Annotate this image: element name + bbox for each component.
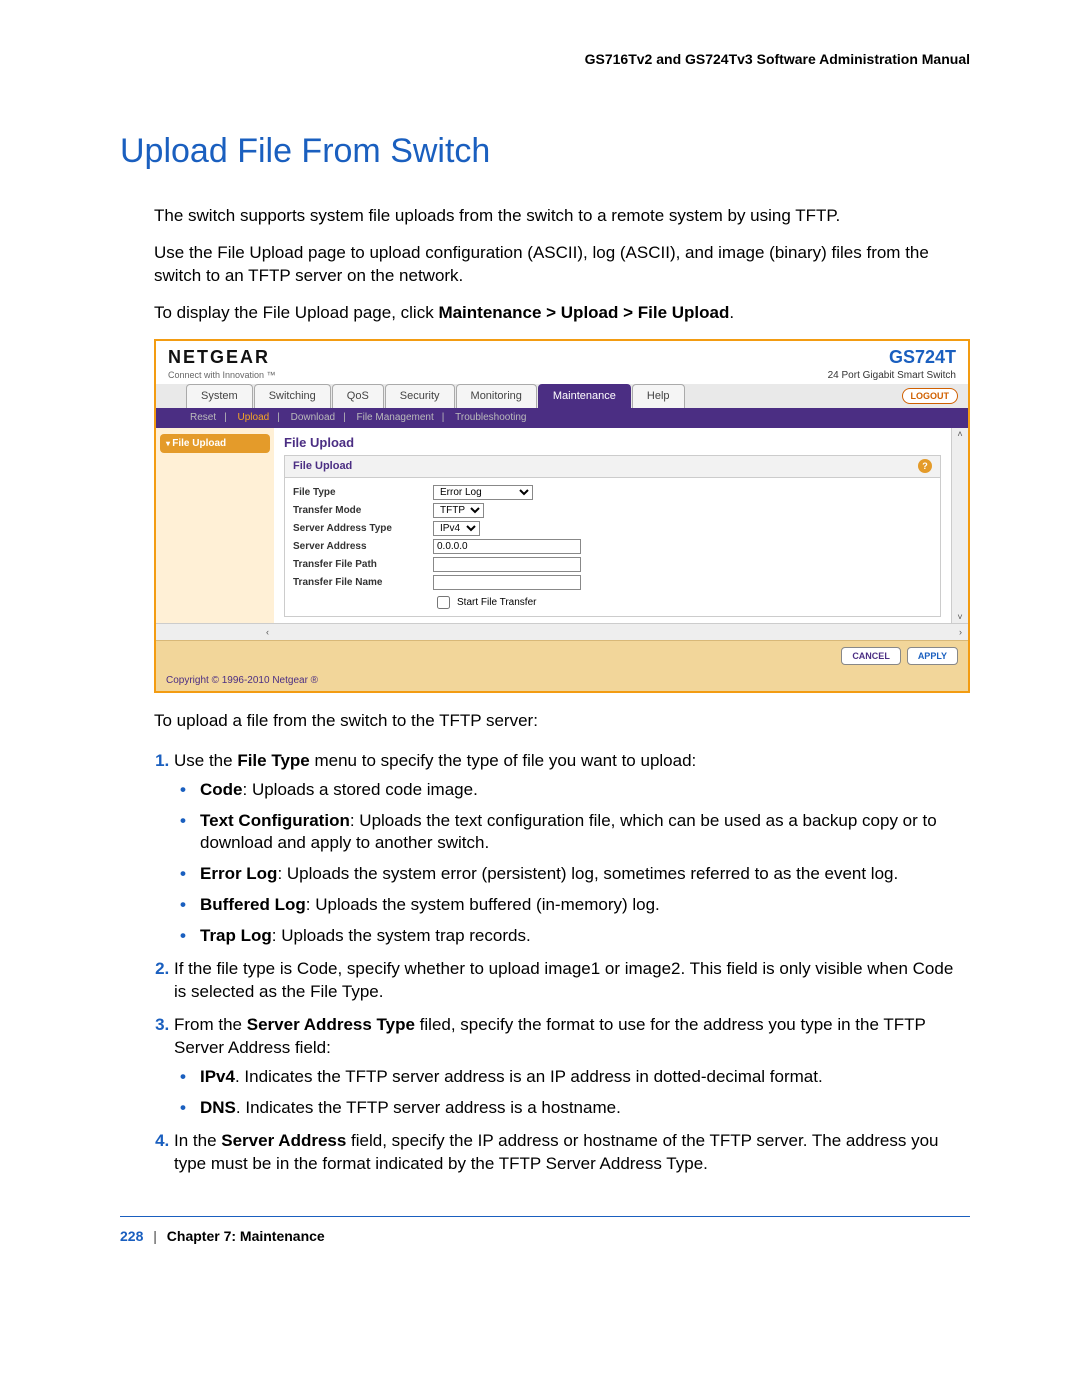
server-addr-input[interactable] (433, 539, 581, 554)
list-item: In the Server Address field, specify the… (174, 1130, 970, 1176)
sidebar-item-file-upload[interactable]: ▾ File Upload (160, 434, 270, 454)
section-title: Upload File From Switch (120, 129, 970, 175)
apply-button[interactable]: APPLY (907, 647, 958, 665)
ui-screenshot: NETGEAR Connect with Innovation ™ GS724T… (154, 339, 970, 693)
model-name: GS724T (828, 345, 956, 369)
file-name-label: Transfer File Name (293, 576, 423, 590)
file-type-select[interactable]: Error Log (433, 485, 533, 500)
subnav-troubleshooting[interactable]: Troubleshooting (455, 412, 526, 423)
chapter-label: Chapter 7: Maintenance (167, 1228, 325, 1244)
main-content: File Upload File Upload ? File Type Erro… (274, 428, 951, 623)
subnav-upload[interactable]: Upload (238, 412, 270, 423)
file-type-label: File Type (293, 486, 423, 500)
help-icon[interactable]: ? (918, 459, 932, 473)
addr-type-select[interactable]: IPv4 (433, 521, 480, 536)
brand-tagline: Connect with Innovation ™ (168, 369, 276, 381)
list-item: Buffered Log: Uploads the system buffere… (200, 894, 970, 917)
list-item: DNS. Indicates the TFTP server address i… (200, 1097, 970, 1120)
subnav-file-management[interactable]: File Management (356, 412, 433, 423)
subnav-reset[interactable]: Reset (190, 412, 216, 423)
tab-help[interactable]: Help (632, 384, 685, 408)
file-path-input[interactable] (433, 557, 581, 572)
list-item: If the file type is Code, specify whethe… (174, 958, 970, 1004)
secondary-nav: Reset| Upload| Download| File Management… (156, 408, 968, 428)
tab-security[interactable]: Security (385, 384, 455, 408)
list-item: From the Server Address Type filed, spec… (174, 1014, 970, 1120)
brand-logo: NETGEAR (168, 345, 276, 369)
list-item: Code: Uploads a stored code image. (200, 779, 970, 802)
scroll-up-icon[interactable]: ˄ (957, 428, 962, 440)
page-number: 228 (120, 1228, 143, 1244)
file-name-input[interactable] (433, 575, 581, 590)
list-item: Trap Log: Uploads the system trap record… (200, 925, 970, 948)
panel-subtitle: File Upload (293, 459, 352, 474)
primary-tabs: System Switching QoS Security Monitoring… (156, 384, 968, 408)
instructions-intro: To upload a file from the switch to the … (154, 710, 970, 733)
addr-type-label: Server Address Type (293, 522, 423, 536)
tab-monitoring[interactable]: Monitoring (456, 384, 537, 408)
paragraph-2: Use the File Upload page to upload confi… (154, 242, 970, 288)
list-item: Text Configuration: Uploads the text con… (200, 810, 970, 856)
list-item: Error Log: Uploads the system error (per… (200, 863, 970, 886)
model-desc: 24 Port Gigabit Smart Switch (828, 369, 956, 383)
vertical-scrollbar[interactable]: ˄ ˅ (951, 428, 968, 623)
start-transfer-checkbox[interactable] (437, 596, 450, 609)
transfer-mode-select[interactable]: TFTP (433, 503, 484, 518)
paragraph-3: To display the File Upload page, click M… (154, 302, 970, 325)
tab-system[interactable]: System (186, 384, 253, 408)
paragraph-1: The switch supports system file uploads … (154, 205, 970, 228)
start-transfer-label: Start File Transfer (457, 596, 536, 610)
list-item: Use the File Type menu to specify the ty… (174, 750, 970, 949)
horizontal-scrollbar[interactable]: ‹ › (156, 623, 968, 640)
scroll-down-icon[interactable]: ˅ (957, 611, 962, 623)
cancel-button[interactable]: CANCEL (841, 647, 901, 665)
sidebar: ▾ File Upload (156, 428, 274, 623)
scroll-right-icon[interactable]: › (959, 626, 962, 638)
tab-switching[interactable]: Switching (254, 384, 331, 408)
page-footer: 228 | Chapter 7: Maintenance (120, 1227, 970, 1246)
file-path-label: Transfer File Path (293, 558, 423, 572)
footer-rule (120, 1216, 970, 1217)
server-addr-label: Server Address (293, 540, 423, 554)
transfer-mode-label: Transfer Mode (293, 504, 423, 518)
instruction-list: Use the File Type menu to specify the ty… (120, 750, 970, 1176)
subnav-download[interactable]: Download (291, 412, 335, 423)
tab-maintenance[interactable]: Maintenance (538, 384, 631, 408)
scroll-left-icon[interactable]: ‹ (266, 626, 269, 638)
copyright-text: Copyright © 1996-2010 Netgear ® (156, 671, 968, 691)
panel-title: File Upload (284, 434, 941, 452)
tab-qos[interactable]: QoS (332, 384, 384, 408)
list-item: IPv4. Indicates the TFTP server address … (200, 1066, 970, 1089)
logout-button[interactable]: LOGOUT (902, 388, 959, 404)
manual-title: GS716Tv2 and GS724Tv3 Software Administr… (120, 50, 970, 69)
